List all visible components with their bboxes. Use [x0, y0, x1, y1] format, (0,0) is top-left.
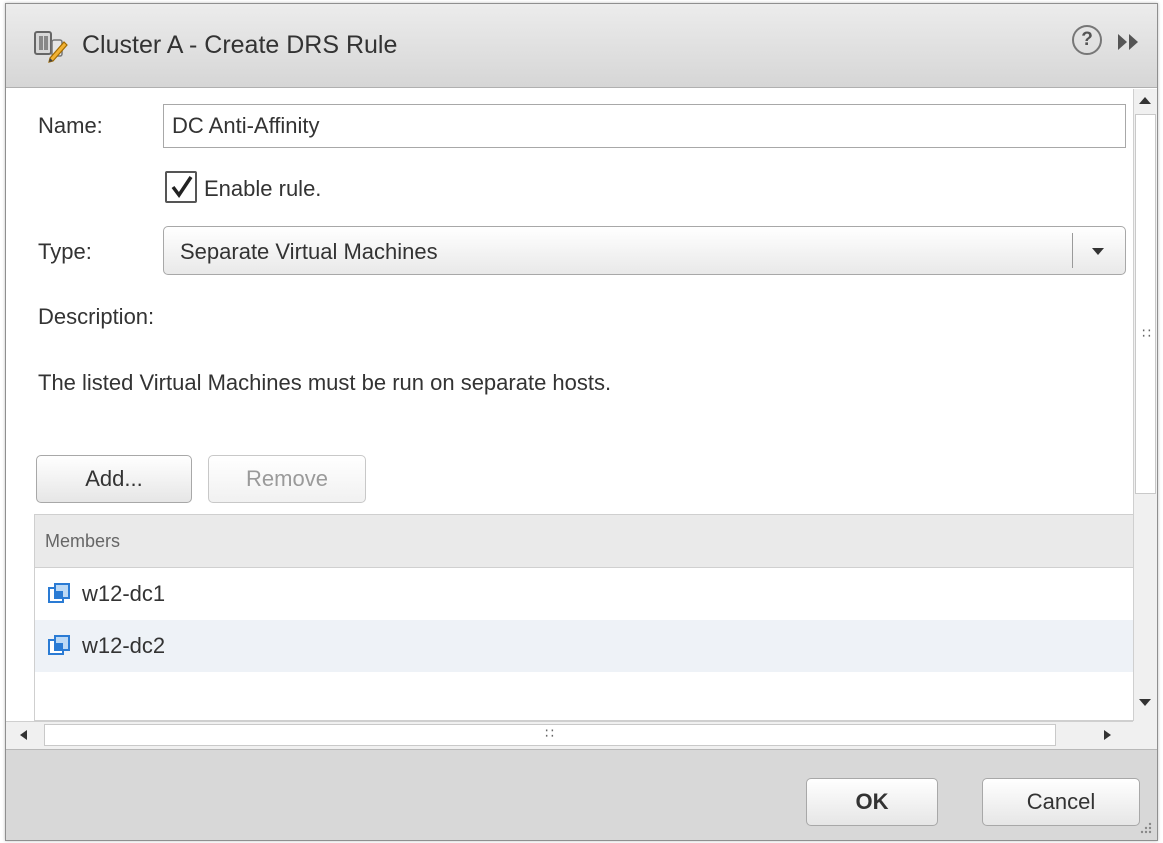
- scroll-left-icon[interactable]: [20, 730, 27, 740]
- remove-button[interactable]: Remove: [208, 455, 366, 503]
- checkmark-icon: [171, 176, 193, 199]
- chevron-down-icon[interactable]: [1092, 248, 1104, 255]
- dialog-footer: OK Cancel: [6, 749, 1157, 840]
- scroll-right-icon[interactable]: [1104, 730, 1111, 740]
- vertical-scrollbar[interactable]: ∷: [1133, 89, 1157, 721]
- ok-button[interactable]: OK: [806, 778, 938, 826]
- description-label: Description:: [38, 304, 155, 329]
- scroll-down-icon[interactable]: [1139, 699, 1151, 706]
- type-select[interactable]: Separate Virtual Machines: [163, 226, 1126, 275]
- list-item[interactable]: w12-dc2: [35, 620, 1133, 672]
- type-label: Type:: [38, 239, 92, 264]
- dialog-content: Name: DC Anti-Affinity Enable rule. Type…: [6, 89, 1133, 721]
- dialog-title: Cluster A - Create DRS Rule: [82, 31, 398, 59]
- cancel-button[interactable]: Cancel: [982, 778, 1140, 826]
- vm-icon: [48, 635, 70, 655]
- horizontal-scrollbar[interactable]: ∷: [6, 721, 1133, 749]
- members-column-header[interactable]: Members: [35, 515, 1133, 568]
- add-button[interactable]: Add...: [36, 455, 192, 503]
- grip-icon: ∷: [545, 725, 554, 741]
- enable-rule-checkbox[interactable]: [165, 171, 197, 203]
- description-text: The listed Virtual Machines must be run …: [38, 370, 612, 395]
- vm-icon: [48, 583, 70, 603]
- help-icon[interactable]: ?: [1072, 25, 1102, 55]
- enable-rule-label[interactable]: Enable rule.: [204, 176, 321, 202]
- members-list: Members w12-dc1 w12-dc2: [34, 514, 1133, 721]
- create-drs-rule-dialog: Cluster A - Create DRS Rule ? Name: DC A…: [5, 3, 1158, 841]
- member-name: w12-dc1: [82, 581, 166, 606]
- horizontal-scroll-thumb[interactable]: ∷: [44, 724, 1056, 746]
- select-divider: [1072, 233, 1073, 268]
- type-selected-value: Separate Virtual Machines: [180, 239, 438, 264]
- drs-rule-icon: [34, 31, 68, 63]
- dialog-titlebar[interactable]: Cluster A - Create DRS Rule ?: [6, 4, 1157, 88]
- member-name: w12-dc2: [82, 633, 166, 658]
- list-item[interactable]: w12-dc1: [35, 568, 1133, 620]
- scroll-up-icon[interactable]: [1139, 97, 1151, 104]
- name-input[interactable]: DC Anti-Affinity: [163, 104, 1126, 148]
- grip-icon: ∷: [1142, 325, 1151, 341]
- scrollbar-corner: [1133, 721, 1157, 749]
- vertical-scroll-thumb[interactable]: ∷: [1135, 114, 1156, 494]
- expand-icon[interactable]: [1112, 31, 1146, 53]
- name-label: Name:: [38, 113, 103, 138]
- resize-grip-icon[interactable]: [1137, 820, 1153, 836]
